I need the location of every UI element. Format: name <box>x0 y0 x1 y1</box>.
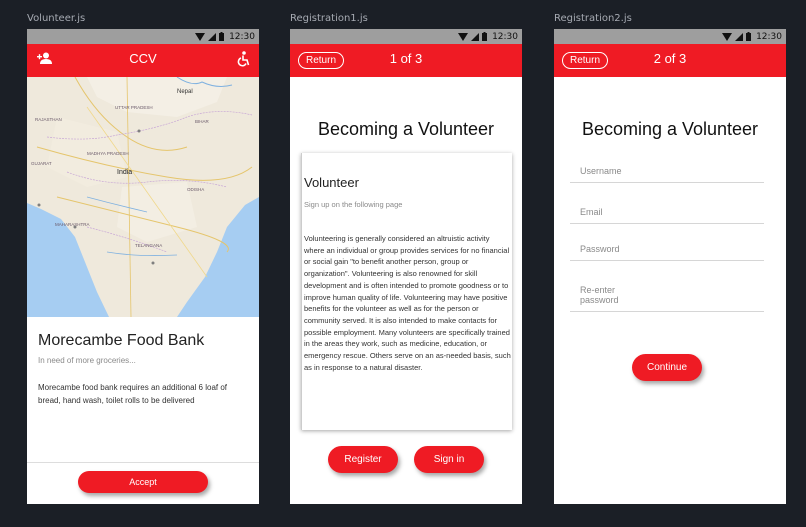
map-label-rajasthan: RAJASTHAN <box>35 117 62 122</box>
map-label-up: UTTAR PRADESH <box>115 105 153 110</box>
status-time: 12:30 <box>229 31 255 42</box>
email-field[interactable]: Email <box>570 207 764 224</box>
map-label-telangana: TELANGANA <box>135 243 163 248</box>
page-title: Becoming a Volunteer <box>317 119 495 139</box>
continue-button[interactable]: Continue <box>632 354 702 381</box>
artboard-label-registration2: Registration2.js <box>554 13 632 24</box>
registration1-screen: 12:30 1 of 3 Return Becoming a Volunteer… <box>290 29 522 504</box>
battery-icon <box>746 32 752 41</box>
app-bar: 1 of 3 Return <box>290 44 522 77</box>
app-bar: 2 of 3 Return <box>554 44 786 77</box>
registration2-screen: 12:30 2 of 3 Return Becoming a Volunteer… <box>554 29 786 504</box>
map-label-nepal: Nepal <box>177 89 193 95</box>
battery-icon <box>219 32 225 41</box>
artboard-label-registration1: Registration1.js <box>290 13 368 24</box>
wifi-icon <box>195 32 206 41</box>
card-subtitle: In need of more groceries... <box>38 356 136 365</box>
page-title: Becoming a Volunteer <box>581 119 759 139</box>
app-bar: CCV <box>27 44 259 77</box>
status-bar: 12:30 <box>290 29 522 44</box>
wifi-icon <box>722 32 733 41</box>
volunteer-screen: 12:30 CCV Nepal RAJASTHAN UTTAR PRADESH … <box>27 29 259 504</box>
app-title: CCV <box>129 51 157 66</box>
password-field[interactable]: Password <box>570 244 764 261</box>
map-view[interactable]: Nepal RAJASTHAN UTTAR PRADESH BIHAR GUJA… <box>27 77 259 317</box>
username-field[interactable]: Username <box>570 166 764 183</box>
request-card[interactable]: Morecambe Food Bank In need of more groc… <box>27 317 259 463</box>
sign-in-button[interactable]: Sign in <box>414 446 484 473</box>
accessibility-icon[interactable] <box>236 51 250 67</box>
info-title: Volunteer <box>304 175 359 190</box>
wifi-icon <box>458 32 469 41</box>
card-body: Morecambe food bank requires an addition… <box>38 383 228 405</box>
card-title: Morecambe Food Bank <box>38 332 205 349</box>
status-time: 12:30 <box>492 31 518 42</box>
info-card: Volunteer Sign up on the following page … <box>301 153 512 430</box>
map-label-gujarat: GUJARAT <box>31 161 52 166</box>
map-label-bihar: BIHAR <box>195 119 209 124</box>
status-bar: 12:30 <box>27 29 259 44</box>
accept-button[interactable]: Accept <box>78 471 208 493</box>
info-body: Volunteering is generally considered an … <box>304 234 511 372</box>
map-label-maharashtra: MAHARASHTRA <box>55 222 90 227</box>
signal-icon <box>471 32 480 41</box>
status-bar: 12:30 <box>554 29 786 44</box>
map-label-madhya: MADHYA PRADESH <box>87 151 129 156</box>
map-label-india: India <box>117 169 133 176</box>
reenter-password-field[interactable]: Re-enter password <box>570 285 764 312</box>
signal-icon <box>735 32 744 41</box>
return-button[interactable]: Return <box>298 52 344 69</box>
map-label-odisha: ODISHA <box>187 187 205 192</box>
register-button[interactable]: Register <box>328 446 398 473</box>
battery-icon <box>482 32 488 41</box>
return-button[interactable]: Return <box>562 52 608 69</box>
status-time: 12:30 <box>756 31 782 42</box>
info-subtitle: Sign up on the following page <box>304 200 403 209</box>
signal-icon <box>208 32 217 41</box>
artboard-label-volunteer: Volunteer.js <box>27 13 86 24</box>
